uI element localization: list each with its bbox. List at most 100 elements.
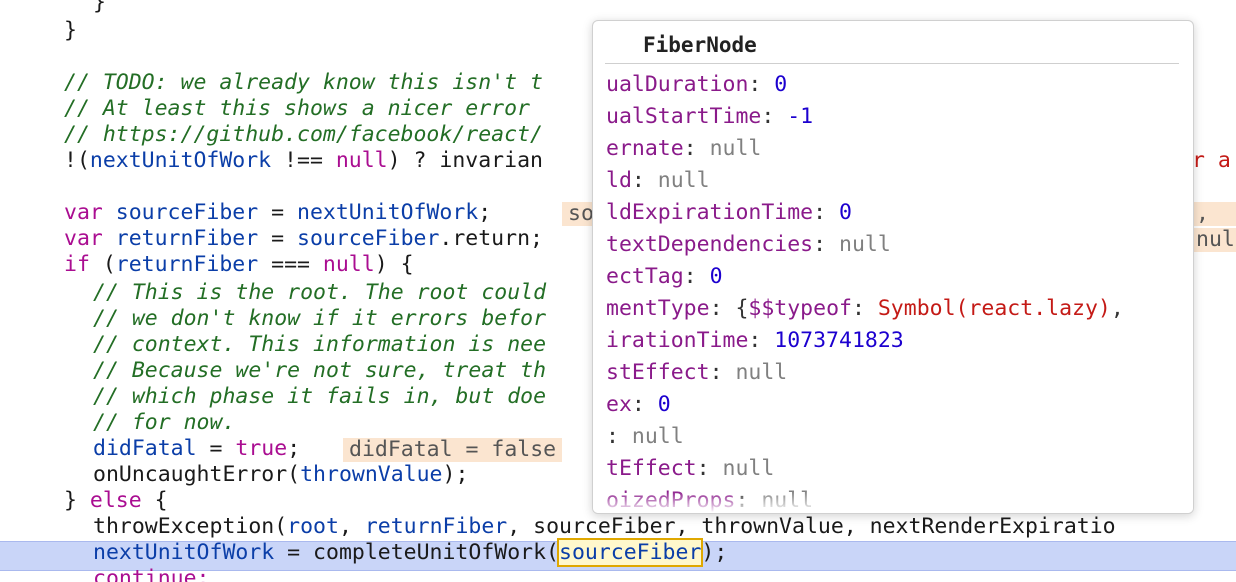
code-line-text: // TODO: we already know this isn't t [64, 70, 543, 96]
property-value: null [657, 168, 710, 193]
code-line-text: // https://github.com/facebook/react/ [64, 122, 543, 148]
fibernode-hover-tooltip[interactable]: FiberNode ualDuration: 0 ualStartTime: -1… [592, 20, 1194, 514]
code-token: === [258, 252, 323, 277]
code-token: = completeUnitOfWork( [274, 540, 559, 565]
code-token: true [235, 436, 288, 461]
code-token: null [322, 252, 375, 277]
code-line: nextUnitOfWork = completeUnitOfWork(sour… [0, 538, 1236, 567]
code-token: var [64, 226, 116, 251]
code-line-text: var returnFiber = sourceFiber.return; [64, 226, 543, 252]
tooltip-property-row[interactable]: irationTime: 1073741823 [606, 325, 904, 357]
hovered-token[interactable]: sourceFiber [556, 538, 704, 567]
code-token: null [335, 148, 388, 173]
code-line-text: // for now. [93, 410, 235, 436]
code-token: sourceFiber [297, 226, 440, 251]
object-preview-part: : [851, 296, 878, 321]
code-line-text: // which phase it fails in, but doe [93, 384, 546, 410]
code-line-text: // we don't know if it errors befor [93, 306, 546, 332]
code-token: , [338, 514, 365, 539]
property-value: null [839, 232, 891, 257]
property-value: null [709, 136, 762, 161]
property-value: 1073741823 [774, 328, 904, 353]
code-token: // At least this shows a nicer error [64, 96, 543, 121]
code-token: } [64, 488, 90, 513]
code-token: // https://github.com/facebook/react/ [64, 122, 543, 147]
code-line-fragment: r a [1192, 148, 1231, 174]
code-token: // we don't know if it errors befor [93, 306, 547, 331]
tooltip-divider [605, 63, 1179, 64]
object-preview-part: Symbol(react.lazy) [877, 296, 1111, 321]
code-token: ); [442, 462, 469, 487]
tooltip-property-row[interactable]: textDependencies: null [606, 229, 891, 261]
code-token: continue; [93, 566, 210, 582]
code-token: !( [64, 148, 90, 173]
property-colon: : [683, 264, 710, 289]
code-token: ; [287, 436, 301, 461]
code-line: continue; [0, 566, 1236, 582]
code-token: = [196, 436, 236, 461]
code-token: // TODO: we already know this isn't t [64, 70, 543, 95]
code-token: // for now. [93, 410, 236, 435]
code-line-text: throwException(root, returnFiber, source… [93, 514, 1116, 540]
property-value: 0 [657, 392, 671, 417]
property-key: ex [606, 392, 632, 417]
code-line-text: onUncaughtError(thrownValue); [93, 462, 468, 488]
code-token: sourceFiber [115, 200, 259, 225]
tooltip-property-row[interactable]: ualDuration: 0 [606, 69, 787, 101]
property-key: ernate [606, 136, 684, 161]
code-token: nextUnitOfWork [297, 200, 479, 225]
tooltip-property-row[interactable]: ex: 0 [606, 389, 671, 421]
property-value: {$$typeof: Symbol(react.lazy), [735, 296, 1123, 321]
code-line-text: // context. This information is nee [93, 332, 546, 358]
code-token: !== [271, 148, 336, 173]
code-token: .return; [439, 226, 543, 251]
code-line-text: } [64, 18, 77, 44]
code-token: ; [478, 200, 492, 225]
code-token: // This is the root. The root could [93, 280, 547, 305]
tooltip-property-row[interactable]: stEffect: null [606, 357, 787, 389]
object-preview-part: , [1110, 296, 1124, 321]
code-token: // which phase it fails in, but doe [93, 384, 547, 409]
code-line-text: nextUnitOfWork = completeUnitOfWork(sour… [93, 538, 727, 567]
tooltip-property-row[interactable]: : null [606, 421, 684, 453]
code-token: ) { [374, 252, 414, 277]
property-colon: : [761, 104, 788, 129]
tooltip-property-row[interactable]: mentType: {$$typeof: Symbol(react.lazy), [606, 293, 1124, 325]
property-key: ualStartTime [606, 104, 762, 129]
tooltip-property-row[interactable]: ldExpirationTime: 0 [606, 197, 852, 229]
tooltip-property-row[interactable]: ernate: null [606, 133, 761, 165]
tooltip-property-row[interactable]: tEffect: null [606, 453, 774, 485]
property-value: 0 [839, 200, 852, 225]
code-token: throwException( [93, 514, 288, 539]
property-key: stEffect [606, 360, 710, 385]
code-token: thrownValue [300, 462, 443, 487]
code-line-text: // This is the root. The root could [93, 280, 546, 306]
property-value: 0 [774, 72, 788, 97]
tooltip-property-row[interactable]: ld: null [606, 165, 710, 197]
tooltip-title: FiberNode [643, 33, 757, 57]
code-token: var [64, 200, 116, 225]
code-token: else [89, 488, 142, 513]
code-token: nextUnitOfWork [93, 540, 275, 565]
tooltip-property-row[interactable]: ualStartTime: -1 [606, 101, 813, 133]
property-value: -1 [787, 104, 814, 129]
code-token: returnFiber [115, 252, 259, 277]
code-token: root [287, 514, 339, 539]
code-line-text: if (returnFiber === null) { [64, 252, 414, 278]
tooltip-property-row[interactable]: ectTag: 0 [606, 261, 723, 293]
property-colon: : [709, 296, 736, 321]
clipped-code-text: r a [1192, 148, 1231, 173]
code-line-text: // At least this shows a nicer error [64, 96, 543, 122]
code-token: didFatal [93, 436, 197, 461]
property-value: null [631, 424, 684, 449]
code-token: onUncaughtError( [93, 462, 301, 487]
code-token: = [258, 226, 298, 251]
code-line-text: } [93, 0, 106, 16]
code-line-text: // Because we're not sure, treat th [93, 358, 546, 384]
property-colon: : [813, 232, 839, 257]
property-colon: : [631, 168, 658, 193]
code-token: = [258, 200, 298, 225]
property-key: ectTag [606, 264, 684, 289]
code-token: nextUnitOfWork [89, 148, 272, 173]
object-preview-part: { [735, 296, 749, 321]
